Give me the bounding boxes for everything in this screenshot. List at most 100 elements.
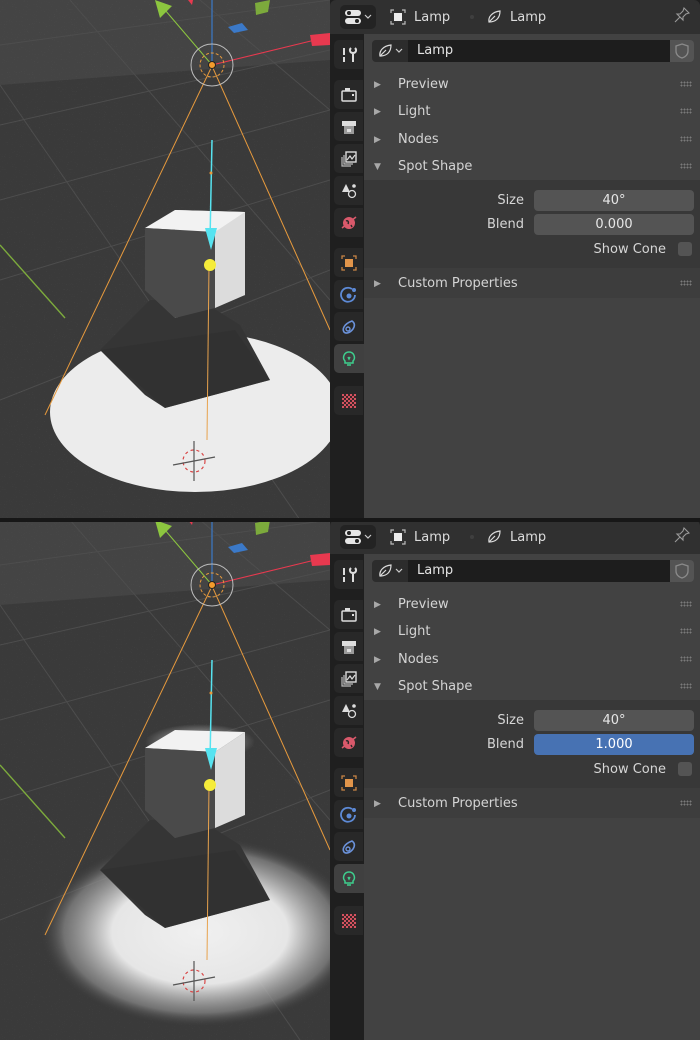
tab-view-layer[interactable]	[334, 664, 363, 693]
editor-type-selector[interactable]	[340, 525, 376, 549]
tab-texture[interactable]	[334, 386, 363, 415]
blend-field[interactable]: 1.000	[534, 734, 694, 755]
output-icon	[341, 120, 356, 134]
show-cone-checkbox[interactable]	[678, 242, 692, 256]
tab-output[interactable]	[334, 112, 363, 141]
spot-shape-body: Size 40° Blend 0.000 Show Cone	[364, 180, 700, 268]
drag-grip-icon[interactable]	[680, 601, 692, 607]
scene-icon	[341, 703, 356, 718]
datablock-browse-button[interactable]	[372, 40, 408, 62]
size-label: Size	[497, 193, 524, 208]
pin-icon	[674, 6, 691, 23]
panel-nodes[interactable]: ▶ Nodes	[364, 646, 700, 673]
spot-light-icon	[379, 564, 392, 577]
3d-viewport[interactable]	[0, 520, 330, 1040]
tab-tool[interactable]	[334, 560, 363, 589]
axis-x-arrow	[310, 33, 330, 46]
world-icon	[341, 215, 356, 229]
physics-icon	[339, 806, 356, 823]
toggle-icon	[345, 10, 361, 24]
constraints-icon	[341, 319, 355, 334]
size-field[interactable]: 40°	[534, 710, 694, 731]
panel-spot-shape[interactable]: ▼ Spot Shape	[364, 673, 700, 700]
breadcrumb-light-data[interactable]: Lamp	[486, 0, 546, 34]
panel-nodes[interactable]: ▶ Nodes	[364, 126, 700, 153]
show-cone-label: Show Cone	[593, 242, 666, 257]
panel-light[interactable]: ▶ Light	[364, 98, 700, 125]
tab-render[interactable]	[334, 600, 363, 629]
datablock-name-field[interactable]: Lamp	[408, 560, 670, 582]
spot-light-icon	[379, 44, 392, 57]
expand-arrow-icon: ▶	[374, 626, 381, 637]
breadcrumb-separator	[470, 535, 474, 539]
shield-icon	[675, 43, 689, 59]
render-icon	[340, 607, 357, 622]
collapse-arrow-icon: ▼	[374, 161, 381, 172]
texture-icon	[341, 913, 356, 928]
drag-grip-icon[interactable]	[680, 136, 692, 142]
panel-custom-properties[interactable]: ▶ Custom Properties	[364, 790, 700, 817]
panel-light-label: Light	[398, 624, 431, 639]
tab-scene[interactable]	[334, 696, 363, 725]
light-target-dot	[204, 779, 216, 791]
panel-preview[interactable]: ▶ Preview	[364, 591, 700, 618]
drag-grip-icon[interactable]	[680, 800, 692, 806]
panel-preview-label: Preview	[398, 597, 449, 612]
chevron-down-icon	[364, 534, 372, 539]
drag-grip-icon[interactable]	[680, 628, 692, 634]
tab-scene[interactable]	[334, 176, 363, 205]
tab-tool[interactable]	[334, 40, 363, 69]
breadcrumb-object-label: Lamp	[414, 529, 451, 545]
chevron-down-icon	[395, 48, 403, 53]
tab-light-data[interactable]	[334, 864, 364, 893]
show-cone-checkbox[interactable]	[678, 762, 692, 776]
tab-world[interactable]	[334, 208, 363, 237]
fake-user-button[interactable]	[670, 560, 694, 582]
drag-grip-icon[interactable]	[680, 108, 692, 114]
drag-grip-icon[interactable]	[680, 81, 692, 87]
tab-world[interactable]	[334, 728, 363, 757]
lamp-origin	[208, 61, 216, 69]
tab-view-layer[interactable]	[334, 144, 363, 173]
editor-type-selector[interactable]	[340, 5, 376, 29]
fake-user-button[interactable]	[670, 40, 694, 62]
viewport-scene	[0, 520, 330, 1040]
tab-constraints[interactable]	[334, 832, 363, 861]
expand-arrow-icon: ▶	[374, 134, 381, 145]
panel-custom-properties[interactable]: ▶ Custom Properties	[364, 270, 700, 297]
tab-object[interactable]	[334, 768, 363, 797]
3d-viewport[interactable]	[0, 0, 330, 520]
toggle-icon	[345, 530, 361, 544]
constraints-icon	[341, 839, 355, 854]
breadcrumb-object[interactable]: Lamp	[390, 520, 450, 554]
tab-render[interactable]	[334, 80, 363, 109]
drag-grip-icon[interactable]	[680, 683, 692, 689]
tab-texture[interactable]	[334, 906, 363, 935]
pin-button[interactable]	[674, 6, 691, 29]
tab-physics[interactable]	[334, 280, 363, 309]
drag-grip-icon[interactable]	[680, 656, 692, 662]
drag-grip-icon[interactable]	[680, 280, 692, 286]
panel-light[interactable]: ▶ Light	[364, 618, 700, 645]
size-field[interactable]: 40°	[534, 190, 694, 211]
panel-preview[interactable]: ▶ Preview	[364, 71, 700, 98]
properties-editor: Lamp Lamp Lamp ▶ Preview ▶ Light ▶ Nodes…	[330, 0, 700, 520]
tab-light-data[interactable]	[334, 344, 364, 373]
panel-spot-shape[interactable]: ▼ Spot Shape	[364, 153, 700, 180]
drag-grip-icon[interactable]	[680, 163, 692, 169]
lamp-origin	[208, 581, 216, 589]
tab-object[interactable]	[334, 248, 363, 277]
tab-output[interactable]	[334, 632, 363, 661]
blend-label: Blend	[486, 737, 524, 752]
view-layer-icon	[340, 150, 357, 167]
tab-physics[interactable]	[334, 800, 363, 829]
tab-constraints[interactable]	[334, 312, 363, 341]
breadcrumb-object[interactable]: Lamp	[390, 0, 450, 34]
size-label: Size	[497, 713, 524, 728]
datablock-name-field[interactable]: Lamp	[408, 40, 670, 62]
blend-field[interactable]: 0.000	[534, 214, 694, 235]
breadcrumb-light-data[interactable]: Lamp	[486, 520, 546, 554]
expand-arrow-icon: ▶	[374, 798, 381, 809]
datablock-browse-button[interactable]	[372, 560, 408, 582]
pin-button[interactable]	[674, 526, 691, 549]
